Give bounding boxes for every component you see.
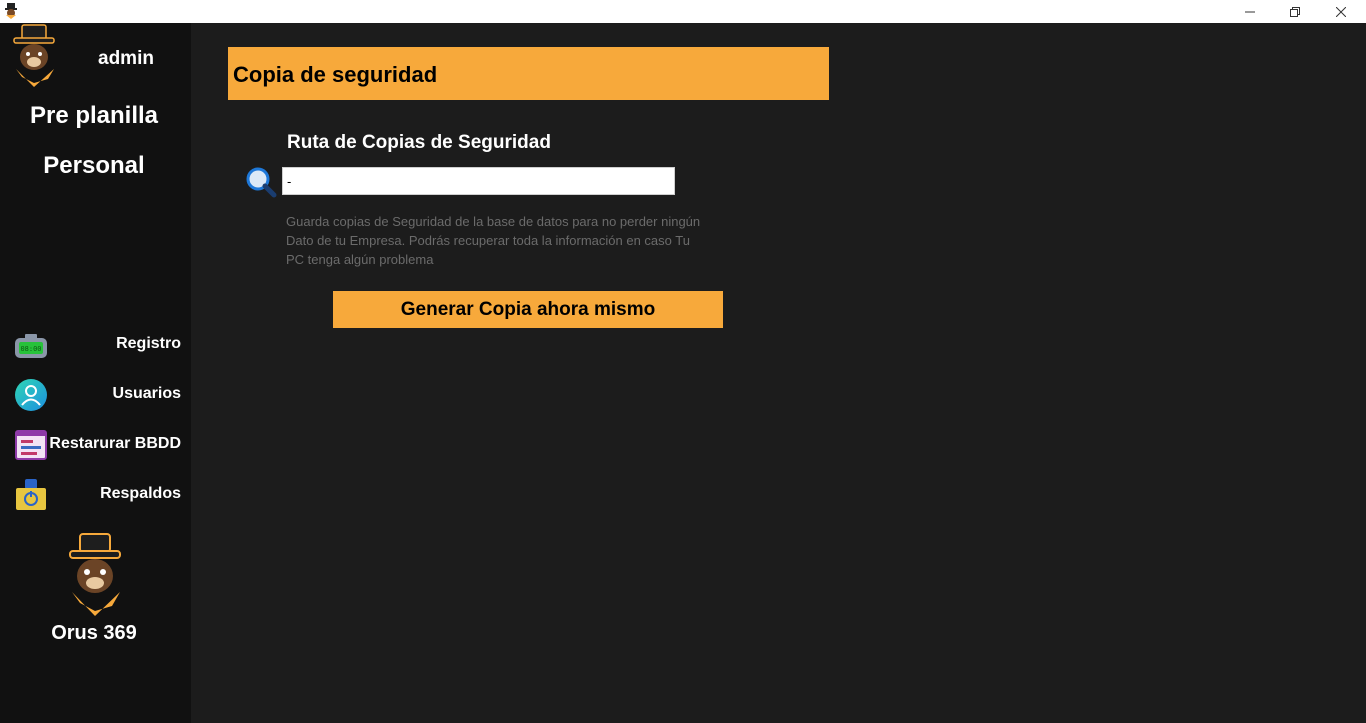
sidebar-item-label: Restarurar BBDD <box>49 435 181 452</box>
brand-name: Orus 369 <box>51 622 137 644</box>
restore-icon <box>1290 6 1300 17</box>
user-icon <box>15 379 47 411</box>
sidebar-item-label: Registro <box>116 335 181 352</box>
nav-personal[interactable]: Personal <box>0 152 188 180</box>
window-title-bar <box>0 0 1366 23</box>
svg-text:08:00: 08:00 <box>20 345 41 353</box>
clock-icon: 08:00 <box>15 334 47 358</box>
sidebar-item-registro[interactable]: 08:00 Registro <box>0 324 191 364</box>
restore-button[interactable] <box>1272 0 1318 23</box>
backup-path-label: Ruta de Copias de Seguridad <box>287 132 551 153</box>
app-logo-icon <box>5 3 17 19</box>
minimize-icon <box>1245 11 1255 12</box>
sidebar-item-respaldos[interactable]: Respaldos <box>0 474 191 514</box>
sidebar-item-usuarios[interactable]: Usuarios <box>0 374 191 414</box>
backup-path-input[interactable] <box>282 167 675 195</box>
page-title: Copia de seguridad <box>233 62 438 87</box>
nav-pre-planilla[interactable]: Pre planilla <box>0 102 188 130</box>
page-header: Copia de seguridad <box>228 47 829 100</box>
sidebar-item-label: Respaldos <box>100 485 181 502</box>
sidebar: admin Pre planilla Personal 08:00 Regist… <box>0 23 191 723</box>
search-icon[interactable] <box>245 166 277 198</box>
brand-logo-icon <box>69 533 121 616</box>
help-text: Guarda copias de Seguridad de la base de… <box>286 214 701 267</box>
generate-backup-button[interactable]: Generar Copia ahora mismo <box>333 291 723 328</box>
close-icon <box>1336 6 1346 17</box>
backup-folder-icon <box>16 479 46 510</box>
minimize-button[interactable] <box>1227 0 1273 23</box>
sidebar-item-restaurar-bbdd[interactable]: Restarurar BBDD <box>0 424 191 464</box>
user-avatar-icon <box>13 24 55 87</box>
database-restore-icon <box>15 430 47 460</box>
username-label: admin <box>98 48 154 69</box>
sidebar-item-label: Usuarios <box>112 385 181 402</box>
close-button[interactable] <box>1318 0 1364 23</box>
